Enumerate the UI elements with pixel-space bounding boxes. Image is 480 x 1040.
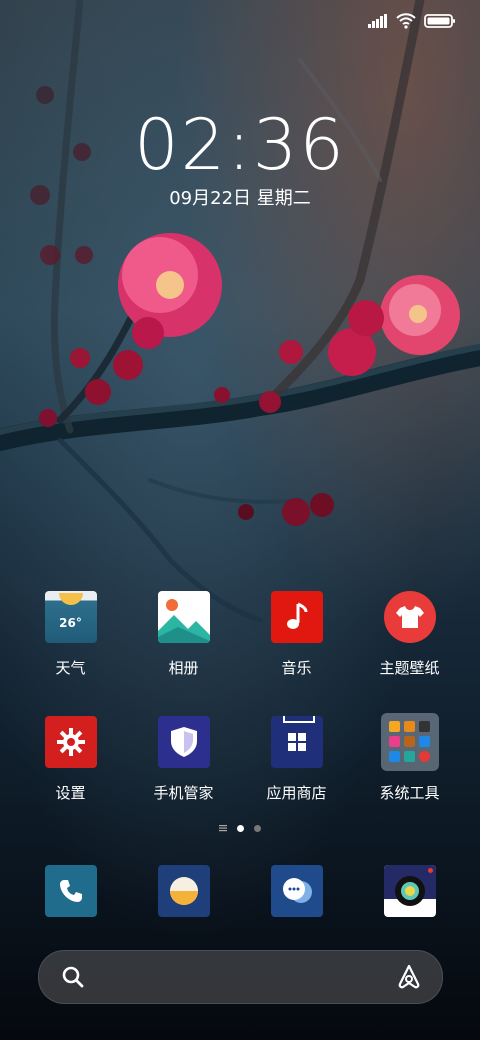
app-settings[interactable]: 设置 — [14, 716, 127, 803]
weather-temp: 26° — [59, 616, 82, 630]
tools-folder-icon — [380, 713, 439, 771]
app-label: 设置 — [55, 784, 86, 802]
menu-lines-icon — [219, 825, 227, 832]
app-themes[interactable]: 主题壁纸 — [353, 591, 466, 678]
browser-icon[interactable] — [158, 865, 210, 917]
gallery-icon — [157, 591, 210, 643]
clock-date: 09月22日 星期二 — [169, 188, 311, 209]
search-icon[interactable] — [61, 965, 85, 989]
clock-time: 02:36 — [134, 104, 346, 186]
camera-icon[interactable] — [384, 865, 436, 917]
page-dot — [254, 824, 261, 832]
app-label: 天气 — [55, 659, 86, 677]
phone-icon[interactable] — [45, 865, 97, 917]
signal-icon — [368, 14, 387, 28]
page-indicator[interactable] — [0, 824, 480, 832]
themes-icon — [383, 591, 436, 643]
messages-icon[interactable] — [271, 865, 323, 917]
app-gallery[interactable]: 相册 — [127, 591, 240, 678]
app-label: 相册 — [168, 659, 199, 677]
security-icon — [157, 716, 210, 768]
wifi-icon — [396, 13, 416, 29]
app-label: 手机管家 — [153, 784, 214, 802]
app-label: 应用商店 — [266, 784, 327, 802]
battery-icon — [424, 14, 455, 28]
status-bar — [368, 10, 456, 32]
app-security[interactable]: 手机管家 — [127, 716, 240, 803]
weather-icon: 26° — [44, 591, 97, 643]
music-icon — [270, 591, 323, 643]
app-music[interactable]: 音乐 — [240, 591, 353, 678]
app-weather[interactable]: 26° 天气 — [14, 591, 127, 678]
app-label: 主题壁纸 — [379, 659, 440, 677]
app-label: 音乐 — [281, 659, 312, 677]
app-store[interactable]: 应用商店 — [240, 716, 353, 803]
app-label: 系统工具 — [379, 784, 440, 802]
app-store-icon — [270, 716, 323, 768]
app-tools-folder[interactable]: 系统工具 — [353, 713, 466, 803]
page-dot-active — [237, 824, 244, 832]
assistant-icon[interactable] — [396, 964, 422, 990]
settings-icon — [44, 716, 97, 768]
search-bar[interactable] — [38, 950, 443, 1004]
